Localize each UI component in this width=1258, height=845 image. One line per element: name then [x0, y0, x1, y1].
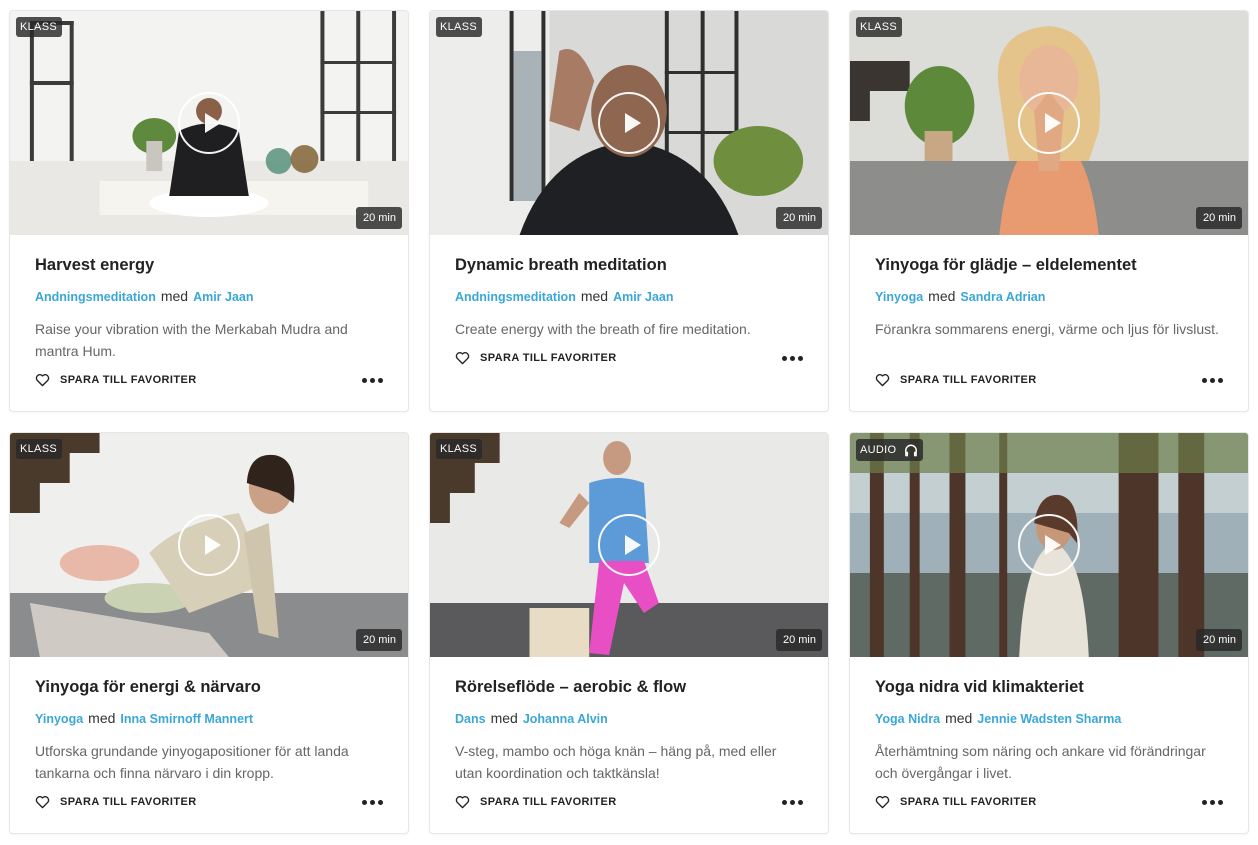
- category-link[interactable]: Yinyoga: [875, 290, 923, 304]
- category-link[interactable]: Yinyoga: [35, 712, 83, 726]
- save-favorite-button[interactable]: SPARA TILL FAVORITER: [875, 373, 1037, 387]
- card-title[interactable]: Rörelseflöde – aerobic & flow: [455, 677, 803, 697]
- save-favorite-button[interactable]: SPARA TILL FAVORITER: [455, 351, 617, 365]
- with-label: med: [928, 288, 956, 304]
- card-meta: Dans med Johanna Alvin: [455, 710, 803, 727]
- heart-icon: [35, 796, 50, 809]
- with-label: med: [945, 710, 973, 726]
- teacher-link[interactable]: Amir Jaan: [613, 290, 673, 304]
- play-button[interactable]: [178, 92, 240, 154]
- save-favorite-label: SPARA TILL FAVORITER: [60, 374, 197, 386]
- content-type-badge: KLASS: [856, 17, 902, 37]
- heart-icon: [875, 374, 890, 387]
- teacher-link[interactable]: Inna Smirnoff Mannert: [120, 712, 253, 726]
- duration-badge: 20 min: [1195, 207, 1242, 229]
- card-meta: Yoga Nidra med Jennie Wadsten Sharma: [875, 710, 1223, 727]
- video-thumbnail[interactable]: KLASS 20 min: [850, 11, 1248, 235]
- video-thumbnail[interactable]: KLASS 20 min: [10, 11, 408, 235]
- more-options-button[interactable]: [782, 796, 803, 809]
- card-description: V-steg, mambo och höga knän – häng på, m…: [455, 743, 777, 781]
- category-link[interactable]: Andningsmeditation: [455, 290, 576, 304]
- card-description: Utforska grundande yinyogapositioner för…: [35, 743, 349, 781]
- card-title[interactable]: Dynamic breath meditation: [455, 255, 803, 275]
- content-type-badge: KLASS: [16, 17, 62, 37]
- more-options-button[interactable]: [362, 796, 383, 809]
- class-card[interactable]: KLASS 20 min Yinyoga för energi & närvar…: [9, 432, 409, 834]
- heart-icon: [455, 796, 470, 809]
- more-options-button[interactable]: [1202, 796, 1223, 809]
- save-favorite-label: SPARA TILL FAVORITER: [900, 796, 1037, 808]
- duration-badge: 20 min: [355, 207, 402, 229]
- card-description: Create energy with the breath of fire me…: [455, 321, 751, 337]
- content-type-badge: KLASS: [16, 439, 62, 459]
- class-grid: KLASS 20 min Harvest energy Andningsmedi…: [0, 0, 1258, 845]
- save-favorite-button[interactable]: SPARA TILL FAVORITER: [875, 795, 1037, 809]
- duration-badge: 20 min: [775, 629, 822, 651]
- play-button[interactable]: [1018, 92, 1080, 154]
- category-link[interactable]: Yoga Nidra: [875, 712, 940, 726]
- content-type-badge: AUDIO: [856, 439, 924, 461]
- content-type-badge: KLASS: [436, 439, 482, 459]
- card-meta: Yinyoga med Sandra Adrian: [875, 288, 1223, 305]
- play-button[interactable]: [178, 514, 240, 576]
- class-card[interactable]: KLASS 20 min Dynamic breath meditation A…: [429, 10, 829, 412]
- heart-icon: [875, 796, 890, 809]
- with-label: med: [88, 710, 116, 726]
- class-card[interactable]: AUDIO 20 min Yoga nidra vid klimakteriet…: [849, 432, 1249, 834]
- card-meta: Andningsmeditation med Amir Jaan: [35, 288, 383, 305]
- class-card[interactable]: KLASS 20 min Harvest energy Andningsmedi…: [9, 10, 409, 412]
- duration-badge: 20 min: [775, 207, 822, 229]
- duration-badge: 20 min: [355, 629, 402, 651]
- teacher-link[interactable]: Jennie Wadsten Sharma: [977, 712, 1121, 726]
- card-meta: Yinyoga med Inna Smirnoff Mannert: [35, 710, 383, 727]
- heart-icon: [455, 352, 470, 365]
- more-options-button[interactable]: [362, 374, 383, 387]
- save-favorite-button[interactable]: SPARA TILL FAVORITER: [35, 373, 197, 387]
- with-label: med: [490, 710, 518, 726]
- card-title[interactable]: Yinyoga för glädje – eldelementet: [875, 255, 1223, 275]
- save-favorite-label: SPARA TILL FAVORITER: [480, 352, 617, 364]
- save-favorite-label: SPARA TILL FAVORITER: [60, 796, 197, 808]
- category-link[interactable]: Andningsmeditation: [35, 290, 156, 304]
- play-button[interactable]: [1018, 514, 1080, 576]
- card-description: Förankra sommarens energi, värme och lju…: [875, 321, 1219, 337]
- card-meta: Andningsmeditation med Amir Jaan: [455, 288, 803, 305]
- save-favorite-label: SPARA TILL FAVORITER: [480, 796, 617, 808]
- category-link[interactable]: Dans: [455, 712, 486, 726]
- with-label: med: [580, 288, 609, 304]
- teacher-link[interactable]: Sandra Adrian: [960, 290, 1045, 304]
- card-title[interactable]: Harvest energy: [35, 255, 383, 275]
- video-thumbnail[interactable]: AUDIO 20 min: [850, 433, 1248, 657]
- teacher-link[interactable]: Amir Jaan: [193, 290, 253, 304]
- teacher-link[interactable]: Johanna Alvin: [523, 712, 608, 726]
- save-favorite-button[interactable]: SPARA TILL FAVORITER: [35, 795, 197, 809]
- save-favorite-label: SPARA TILL FAVORITER: [900, 374, 1037, 386]
- more-options-button[interactable]: [1202, 374, 1223, 387]
- card-title[interactable]: Yoga nidra vid klimakteriet: [875, 677, 1223, 697]
- more-options-button[interactable]: [782, 352, 803, 365]
- save-favorite-button[interactable]: SPARA TILL FAVORITER: [455, 795, 617, 809]
- duration-badge: 20 min: [1195, 629, 1242, 651]
- headphones-icon: [905, 444, 918, 457]
- class-card[interactable]: KLASS 20 min Yinyoga för glädje – eldele…: [849, 10, 1249, 412]
- video-thumbnail[interactable]: KLASS 20 min: [430, 433, 828, 657]
- heart-icon: [35, 374, 50, 387]
- card-description: Raise your vibration with the Merkabah M…: [35, 321, 348, 359]
- video-thumbnail[interactable]: KLASS 20 min: [10, 433, 408, 657]
- with-label: med: [160, 288, 189, 304]
- play-button[interactable]: [598, 92, 660, 154]
- class-card[interactable]: KLASS 20 min Rörelseflöde – aerobic & fl…: [429, 432, 829, 834]
- card-description: Återhämtning som näring och ankare vid f…: [875, 743, 1206, 781]
- video-thumbnail[interactable]: KLASS 20 min: [430, 11, 828, 235]
- content-type-badge: KLASS: [436, 17, 482, 37]
- card-title[interactable]: Yinyoga för energi & närvaro: [35, 677, 383, 697]
- play-button[interactable]: [598, 514, 660, 576]
